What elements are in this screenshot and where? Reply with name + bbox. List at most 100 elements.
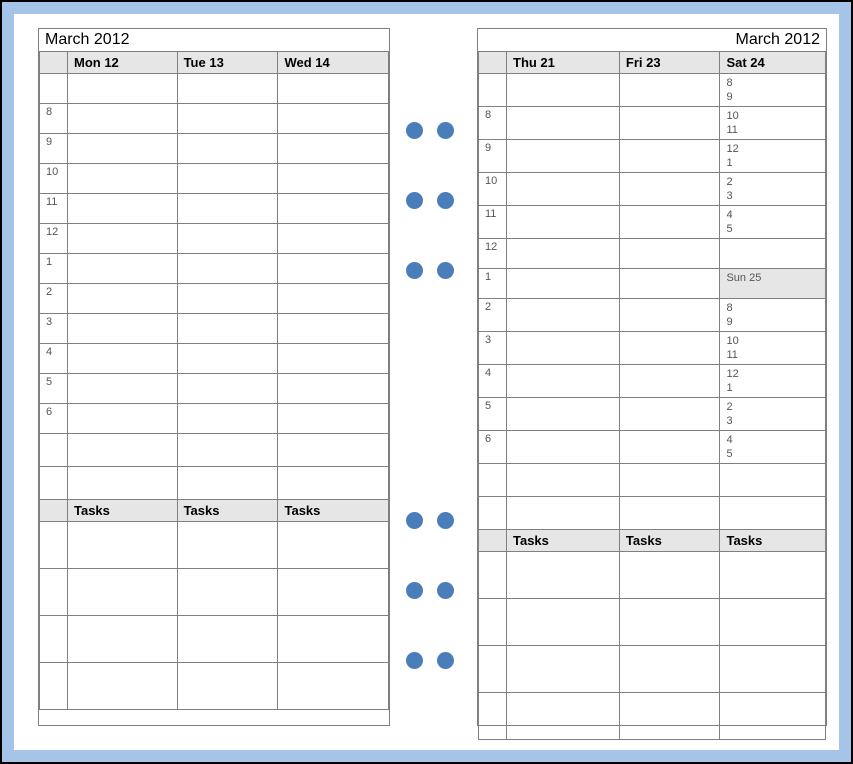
slot-cell[interactable] (177, 344, 278, 374)
slot-cell[interactable] (68, 434, 178, 467)
task-cell[interactable] (68, 663, 178, 710)
task-cell[interactable] (507, 552, 620, 599)
slot-cell[interactable] (68, 404, 178, 434)
slot-cell[interactable] (507, 269, 620, 299)
slot-cell[interactable] (278, 467, 389, 500)
slot-cell[interactable] (278, 74, 389, 104)
weekend-slot[interactable]: 1011 (720, 332, 826, 365)
slot-cell[interactable] (68, 314, 178, 344)
slot-cell[interactable] (619, 332, 720, 365)
slot-cell[interactable] (619, 497, 720, 530)
slot-cell[interactable] (278, 344, 389, 374)
slot-cell[interactable] (278, 284, 389, 314)
task-cell[interactable] (278, 522, 389, 569)
task-cell[interactable] (720, 693, 826, 740)
slot-cell[interactable] (278, 404, 389, 434)
task-cell[interactable] (507, 646, 620, 693)
slot-cell[interactable] (619, 107, 720, 140)
slot-cell[interactable] (177, 284, 278, 314)
slot-cell[interactable] (278, 314, 389, 344)
slot-cell[interactable] (619, 74, 720, 107)
weekend-slot[interactable]: 1011 (720, 107, 826, 140)
slot-cell[interactable] (278, 164, 389, 194)
slot-cell[interactable] (278, 254, 389, 284)
slot-cell[interactable] (619, 140, 720, 173)
slot-cell[interactable] (619, 431, 720, 464)
weekend-slot[interactable]: 23 (720, 398, 826, 431)
slot-cell[interactable] (507, 332, 620, 365)
slot-cell[interactable] (619, 269, 720, 299)
weekend-slot[interactable]: 45 (720, 206, 826, 239)
task-cell[interactable] (619, 599, 720, 646)
slot-cell[interactable] (177, 374, 278, 404)
slot-cell[interactable] (507, 464, 620, 497)
slot-cell[interactable] (177, 434, 278, 467)
slot-cell[interactable] (278, 194, 389, 224)
task-cell[interactable] (278, 569, 389, 616)
slot-cell[interactable] (177, 134, 278, 164)
weekend-slot[interactable]: 45 (720, 431, 826, 464)
slot-cell[interactable] (177, 74, 278, 104)
slot-cell[interactable] (177, 314, 278, 344)
weekend-slot[interactable]: 121 (720, 365, 826, 398)
slot-cell[interactable] (507, 206, 620, 239)
slot-cell[interactable] (619, 299, 720, 332)
task-cell[interactable] (720, 599, 826, 646)
task-cell[interactable] (278, 663, 389, 710)
slot-cell[interactable] (68, 134, 178, 164)
weekend-slot[interactable] (720, 464, 826, 497)
slot-cell[interactable] (68, 104, 178, 134)
slot-cell[interactable] (177, 404, 278, 434)
task-cell[interactable] (68, 522, 178, 569)
slot-cell[interactable] (507, 239, 620, 269)
slot-cell[interactable] (507, 365, 620, 398)
slot-cell[interactable] (507, 497, 620, 530)
slot-cell[interactable] (507, 140, 620, 173)
slot-cell[interactable] (619, 398, 720, 431)
task-cell[interactable] (619, 693, 720, 740)
slot-cell[interactable] (278, 224, 389, 254)
task-cell[interactable] (68, 569, 178, 616)
slot-cell[interactable] (278, 104, 389, 134)
slot-cell[interactable] (68, 284, 178, 314)
weekend-slot[interactable] (720, 497, 826, 530)
slot-cell[interactable] (278, 134, 389, 164)
slot-cell[interactable] (68, 467, 178, 500)
slot-cell[interactable] (507, 431, 620, 464)
task-cell[interactable] (68, 616, 178, 663)
slot-cell[interactable] (507, 173, 620, 206)
slot-cell[interactable] (68, 254, 178, 284)
slot-cell[interactable] (507, 107, 620, 140)
slot-cell[interactable] (507, 398, 620, 431)
slot-cell[interactable] (68, 224, 178, 254)
slot-cell[interactable] (177, 164, 278, 194)
slot-cell[interactable] (68, 164, 178, 194)
slot-cell[interactable] (507, 299, 620, 332)
slot-cell[interactable] (177, 104, 278, 134)
task-cell[interactable] (177, 663, 278, 710)
task-cell[interactable] (278, 616, 389, 663)
slot-cell[interactable] (278, 434, 389, 467)
slot-cell[interactable] (619, 365, 720, 398)
slot-cell[interactable] (68, 374, 178, 404)
slot-cell[interactable] (619, 464, 720, 497)
task-cell[interactable] (507, 693, 620, 740)
slot-cell[interactable] (68, 344, 178, 374)
slot-cell[interactable] (177, 224, 278, 254)
slot-cell[interactable] (619, 239, 720, 269)
slot-cell[interactable] (619, 173, 720, 206)
task-cell[interactable] (177, 616, 278, 663)
task-cell[interactable] (619, 646, 720, 693)
slot-cell[interactable] (68, 194, 178, 224)
slot-cell[interactable] (177, 467, 278, 500)
task-cell[interactable] (619, 552, 720, 599)
slot-cell[interactable] (177, 254, 278, 284)
weekend-slot[interactable] (720, 239, 826, 269)
task-cell[interactable] (720, 552, 826, 599)
weekend-slot[interactable]: 89 (720, 299, 826, 332)
slot-cell[interactable] (278, 374, 389, 404)
weekend-slot[interactable]: 121 (720, 140, 826, 173)
slot-cell[interactable] (619, 206, 720, 239)
weekend-slot[interactable]: 89 (720, 74, 826, 107)
slot-cell[interactable] (177, 194, 278, 224)
